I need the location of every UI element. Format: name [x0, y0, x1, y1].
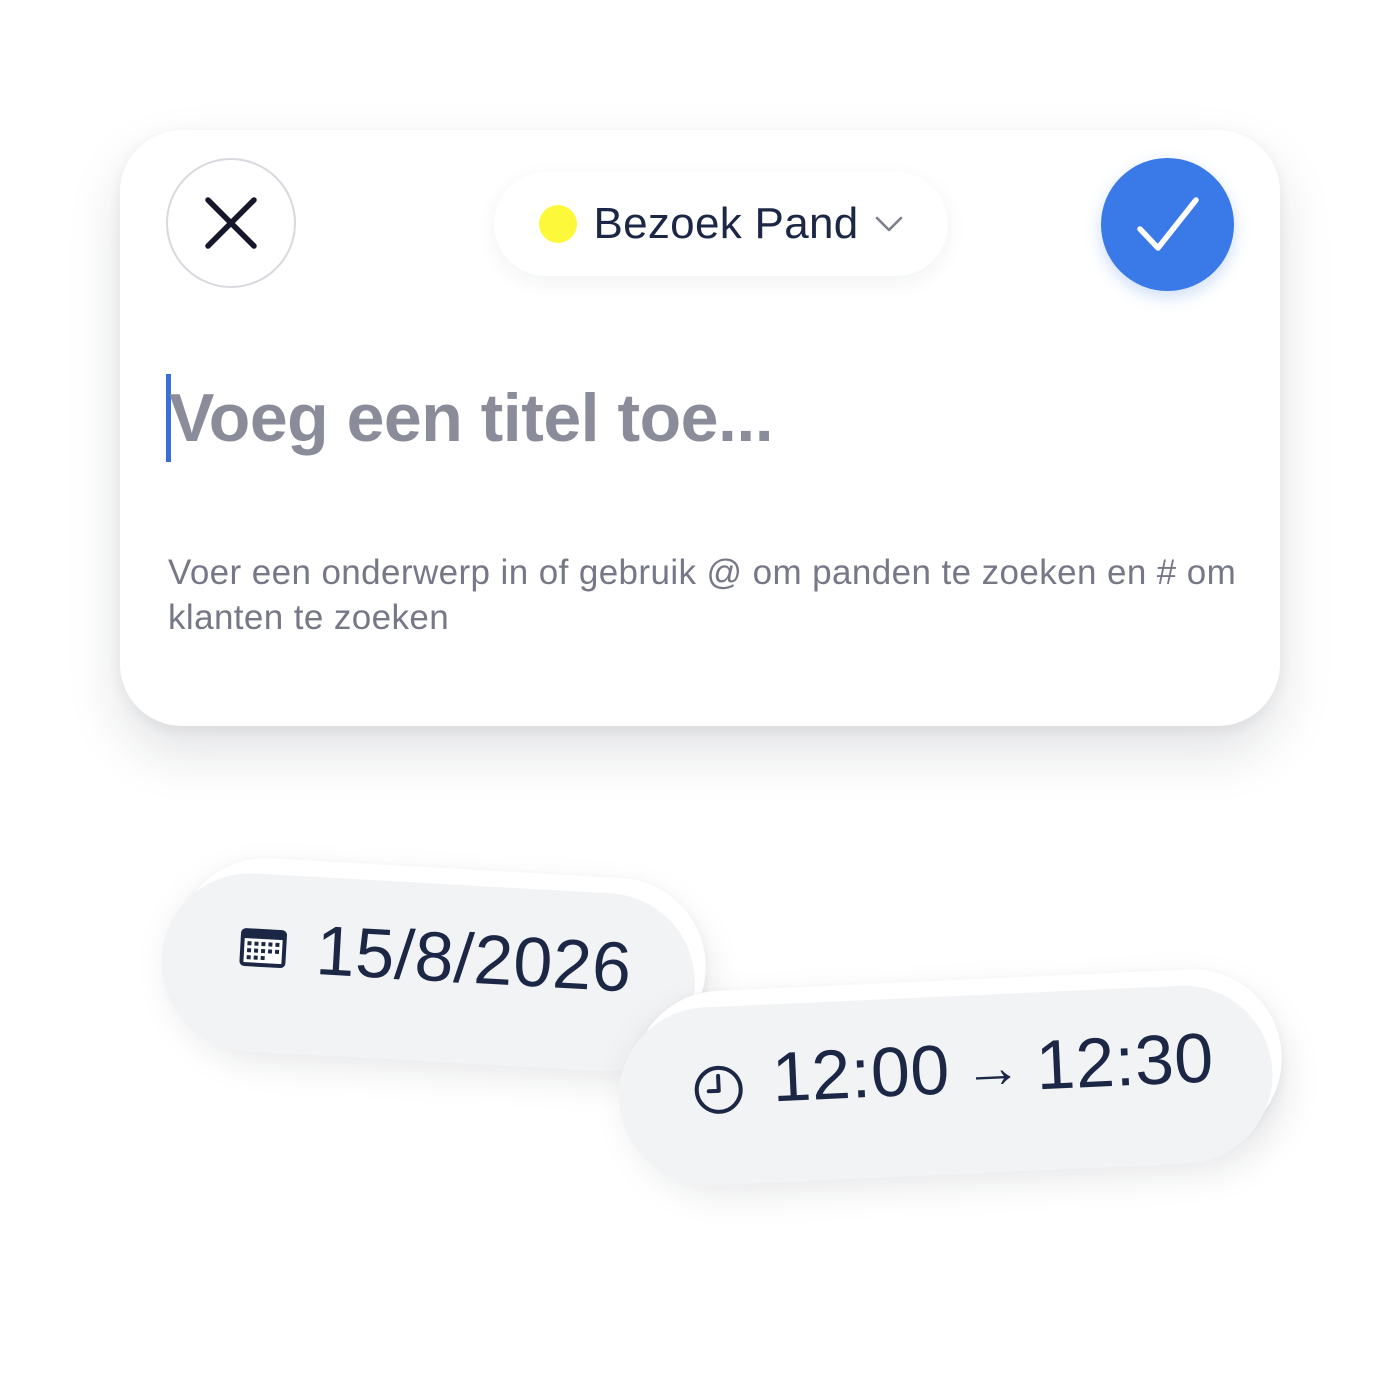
chevron-down-icon	[875, 216, 902, 232]
title-placeholder: Voeg een titel toe...	[169, 380, 774, 456]
close-button[interactable]	[166, 158, 296, 288]
date-picker-pill[interactable]: 15/8/2026	[171, 853, 711, 1061]
event-editor-card: Bezoek Pand Voeg een titel toe... Voer e…	[120, 130, 1280, 726]
calendar-icon	[237, 924, 289, 971]
event-type-label: Bezoek Pand	[593, 199, 859, 248]
hint-text: Voer een onderwerp in of gebruik @ om pa…	[168, 553, 1237, 637]
time-range-pill[interactable]: 12:00 → 12:30	[628, 965, 1286, 1173]
close-icon	[205, 197, 257, 249]
title-input[interactable]: Voeg een titel toe...	[166, 370, 1226, 466]
time-start: 12:00	[770, 1030, 952, 1117]
confirm-button[interactable]	[1101, 158, 1234, 291]
arrow-right-icon: →	[962, 1033, 1024, 1102]
clock-icon	[692, 1063, 746, 1117]
date-value: 15/8/2026	[314, 911, 634, 1007]
time-end: 12:30	[1034, 1018, 1216, 1105]
checkmark-icon	[1136, 196, 1199, 251]
event-type-color-dot	[539, 205, 578, 243]
event-type-selector[interactable]: Bezoek Pand	[494, 172, 948, 276]
